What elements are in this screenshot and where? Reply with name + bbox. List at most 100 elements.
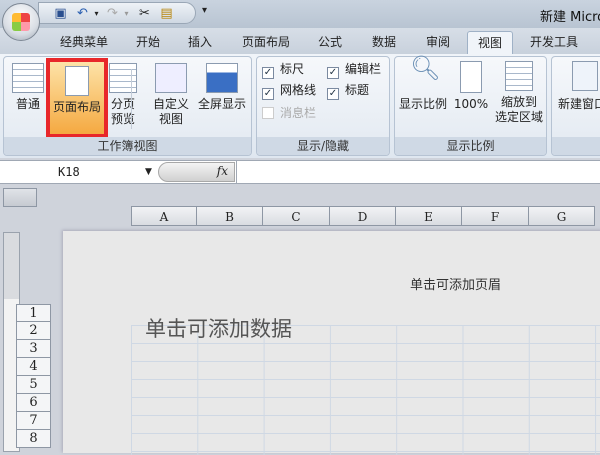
zoom-button[interactable]: 🔍︎ 显示比例	[397, 54, 449, 112]
normal-view-button[interactable]: 普通	[6, 63, 50, 112]
row-header-1[interactable]: 1	[16, 304, 51, 322]
group-workbook-views: 普通 页面布局 分页 预览 自定义 视图 全屏显示 工作簿视图	[3, 56, 252, 156]
customize-qat-icon[interactable]: ▾	[202, 5, 207, 16]
page-layout-icon	[65, 66, 89, 96]
fx-icon: fx	[216, 164, 228, 178]
button-label: 缩放到 选定区域	[494, 95, 543, 124]
message-bar-checkbox[interactable]: 消息栏	[262, 106, 316, 120]
row-header-2[interactable]: 2	[16, 322, 51, 340]
button-label: 页面布局	[52, 100, 101, 114]
checkbox-icon: ✓	[327, 88, 339, 100]
tab-page-layout[interactable]: 页面布局	[236, 31, 296, 54]
column-header-c[interactable]: C	[263, 206, 330, 226]
checkbox-label: 消息栏	[280, 106, 317, 120]
checkbox-icon: ✓	[262, 67, 274, 79]
divider	[131, 69, 132, 129]
group-zoom: 🔍︎ 显示比例 100% 缩放到 选定区域 显示比例	[394, 56, 547, 156]
group-label: 工作簿视图	[4, 137, 251, 155]
page-break-icon	[109, 63, 137, 93]
group-label: 显示比例	[395, 137, 546, 155]
paste-icon[interactable]: ▤	[159, 6, 174, 21]
column-header-b[interactable]: B	[197, 206, 263, 226]
tab-developer[interactable]: 开发工具	[522, 31, 586, 54]
column-header-d[interactable]: D	[330, 206, 396, 226]
headings-checkbox[interactable]: ✓ 标题	[327, 83, 369, 100]
button-label: 自定义 视图	[152, 97, 189, 126]
column-header-a[interactable]: A	[131, 206, 197, 226]
quick-access-toolbar: ▣ ↶ ▾ ↷ ▾ ✂ ▤	[38, 2, 196, 24]
office-button[interactable]	[2, 3, 40, 41]
column-header-e[interactable]: E	[396, 206, 462, 226]
normal-view-icon	[12, 63, 44, 93]
formula-bar-checkbox[interactable]: ✓ 编辑栏	[327, 62, 381, 79]
tab-home[interactable]: 开始	[128, 31, 168, 54]
row-header-4[interactable]: 4	[16, 358, 51, 376]
button-label: 全屏显示	[197, 97, 246, 111]
tab-formulas[interactable]: 公式	[308, 31, 352, 54]
undo-dropdown-icon[interactable]: ▾	[89, 6, 104, 21]
tab-data[interactable]: 数据	[364, 31, 404, 54]
row-header-5[interactable]: 5	[16, 376, 51, 394]
checkbox-icon: ✓	[262, 88, 274, 100]
group-label: 显示/隐藏	[257, 137, 389, 155]
group-label	[552, 137, 600, 155]
button-label: 普通	[15, 97, 40, 111]
button-label: 新建窗口	[558, 97, 600, 111]
new-window-icon	[572, 61, 598, 91]
page-100-icon	[460, 61, 482, 93]
header-placeholder[interactable]: 单击可添加页眉	[410, 274, 501, 293]
checkbox-label: 标题	[345, 83, 370, 97]
ruler-checkbox[interactable]: ✓ 标尺	[262, 62, 304, 79]
button-label: 100%	[453, 97, 489, 111]
custom-views-button[interactable]: 自定义 视图	[146, 63, 196, 127]
page-layout-view-button[interactable]: 页面布局	[46, 58, 108, 138]
row-header-6[interactable]: 6	[16, 394, 51, 412]
ribbon-tabs: 经典菜单 开始 插入 页面布局 公式 数据 审阅 视图 开发工具	[0, 28, 600, 54]
formula-bar: K18 ▼ fx	[0, 160, 600, 184]
zoom-selection-icon	[505, 61, 533, 91]
checkbox-label: 编辑栏	[345, 62, 382, 76]
custom-views-icon	[155, 63, 187, 93]
undo-icon[interactable]: ↶	[75, 6, 90, 21]
name-box-dropdown-icon[interactable]: ▼	[145, 161, 152, 183]
checkbox-label: 标尺	[280, 62, 305, 76]
magnifier-icon: 🔍︎	[410, 54, 441, 82]
tab-insert[interactable]: 插入	[178, 31, 222, 54]
window-title: 新建 Micro	[540, 10, 600, 25]
ruler-margin	[4, 233, 19, 299]
redo-icon[interactable]: ↷	[105, 6, 120, 21]
column-header-g[interactable]: G	[529, 206, 595, 226]
tab-view[interactable]: 视图	[467, 31, 513, 54]
checkbox-icon: ✓	[327, 67, 339, 79]
tools-icon[interactable]: ✂	[137, 6, 152, 21]
data-placeholder[interactable]: 单击可添加数据	[145, 313, 292, 343]
checkbox-icon	[262, 107, 274, 119]
insert-function-button[interactable]: fx	[158, 162, 235, 182]
group-window: 新建窗口	[551, 56, 600, 156]
zoom-to-selection-button[interactable]: 缩放到 选定区域	[493, 61, 545, 125]
group-show-hide: ✓ 标尺 ✓ 编辑栏 ✓ 网格线 ✓ 标题 消息栏 显示/隐藏	[256, 56, 390, 156]
zoom-100-button[interactable]: 100%	[451, 61, 491, 112]
row-header-8[interactable]: 8	[16, 430, 51, 448]
full-screen-button[interactable]: 全屏显示	[194, 63, 250, 112]
button-label: 显示比例	[398, 97, 447, 111]
row-header-3[interactable]: 3	[16, 340, 51, 358]
cell-grid[interactable]	[131, 325, 600, 455]
page-break-preview-button[interactable]: 分页 预览	[104, 63, 142, 127]
column-header-f[interactable]: F	[462, 206, 529, 226]
tab-classic-menu[interactable]: 经典菜单	[52, 31, 116, 54]
tab-review[interactable]: 审阅	[418, 31, 458, 54]
ribbon: 普通 页面布局 分页 预览 自定义 视图 全屏显示 工作簿视图 ✓ 标尺 ✓ 编辑栏…	[0, 54, 600, 158]
gridlines-checkbox[interactable]: ✓ 网格线	[262, 83, 316, 100]
title-bar: ▣ ↶ ▾ ↷ ▾ ✂ ▤ ▾ 新建 Micro	[0, 0, 600, 30]
save-icon[interactable]: ▣	[53, 6, 68, 21]
name-box[interactable]: K18	[0, 161, 157, 183]
select-all-button[interactable]	[3, 188, 37, 207]
office-logo-icon	[12, 13, 30, 31]
full-screen-icon	[206, 63, 238, 93]
checkbox-label: 网格线	[280, 83, 317, 97]
redo-dropdown-icon[interactable]: ▾	[119, 6, 134, 21]
new-window-button[interactable]: 新建窗口	[554, 61, 600, 112]
row-header-7[interactable]: 7	[16, 412, 51, 430]
formula-input[interactable]	[236, 161, 600, 183]
